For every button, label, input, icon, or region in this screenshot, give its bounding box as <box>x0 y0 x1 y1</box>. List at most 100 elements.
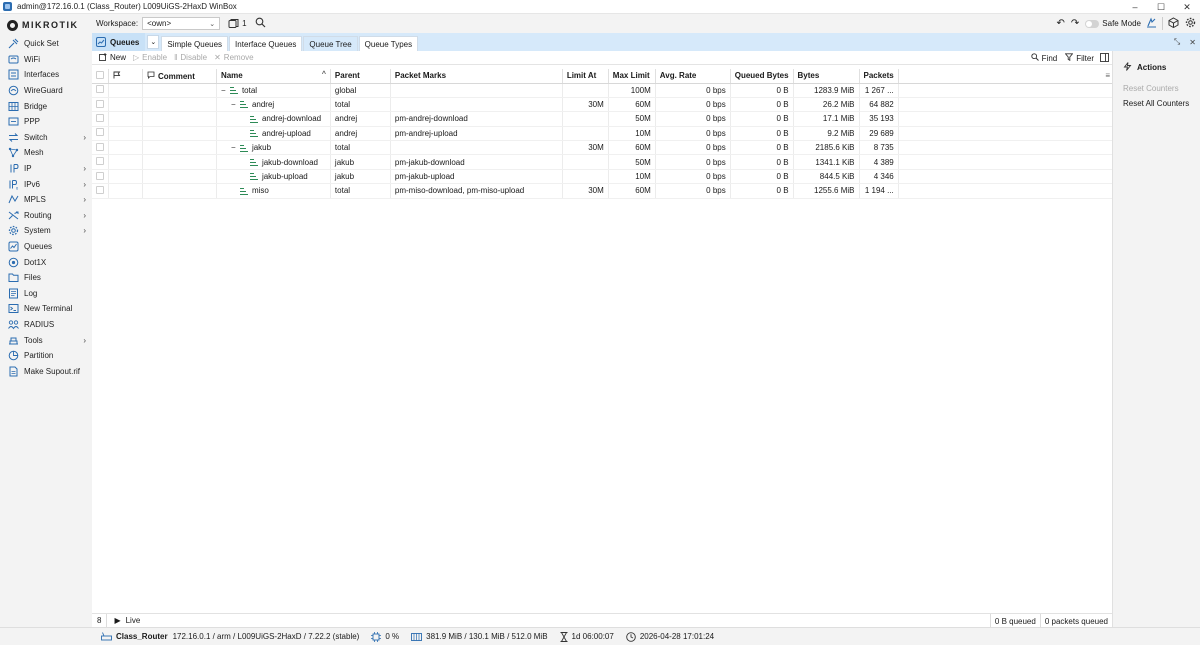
package-icon[interactable] <box>1168 17 1179 30</box>
tab-interface-queues[interactable]: Interface Queues <box>229 36 303 51</box>
live-button[interactable]: ▶ Live <box>107 616 140 625</box>
sidebar-item-mpls[interactable]: MPLS › <box>0 192 92 208</box>
row-checkbox[interactable] <box>92 97 109 113</box>
safe-mode-settings-icon[interactable] <box>1146 17 1157 30</box>
sidebar-item-ppp[interactable]: PPP <box>0 114 92 130</box>
table-row[interactable]: − total global 100M 0 bps 0 B 1283.9 MiB 1 267 … <box>92 83 1112 98</box>
table-row[interactable]: andrej-download andrej pm-andrej-download 5… <box>92 111 1112 127</box>
avg-rate-cell: 0 bps <box>655 154 731 170</box>
new-button[interactable]: New <box>99 52 126 63</box>
name-cell: − total <box>216 83 331 98</box>
reset-counters-action[interactable]: Reset Counters <box>1123 84 1200 93</box>
undo-icon[interactable]: ↶ <box>1057 18 1065 29</box>
column-menu-icon[interactable]: ≡ <box>1105 71 1110 80</box>
window-count[interactable]: 1 <box>228 18 247 29</box>
sidebar-item-radius[interactable]: RADIUS <box>0 317 92 333</box>
table-row[interactable]: jakub-upload jakub pm-jakub-upload 10M 0 bps… <box>92 169 1112 185</box>
sidebar-item-files[interactable]: Files <box>0 270 92 286</box>
row-checkbox[interactable] <box>92 169 109 185</box>
row-checkbox[interactable] <box>92 111 109 127</box>
row-flag-cell <box>108 83 143 98</box>
table-row[interactable]: − andrej total 30M 60M 0 bps 0 B 26.2 MiB 64 882 <box>92 97 1112 113</box>
disable-label: Disable <box>180 53 208 62</box>
column-header-parent[interactable]: Parent <box>330 69 391 84</box>
safe-mode-toggle[interactable] <box>1085 19 1100 28</box>
minimize-button[interactable]: – <box>1122 0 1148 14</box>
queue-name: jakub-download <box>261 157 318 167</box>
column-header-max-limit[interactable]: Max Limit <box>608 69 656 84</box>
tree-collapse-toggle[interactable]: − <box>231 100 240 109</box>
sidebar-item-wifi[interactable]: WiFi <box>0 52 92 68</box>
sidebar-item-switch[interactable]: Switch › <box>0 130 92 146</box>
cpu-value: 0 % <box>385 632 400 641</box>
column-header-bytes[interactable]: Bytes <box>793 69 860 84</box>
filter-button[interactable]: Filter <box>1064 53 1094 63</box>
tab-queue-tree[interactable]: Queue Tree <box>303 36 358 51</box>
redo-icon[interactable]: ↷ <box>1071 18 1079 29</box>
gear-icon[interactable] <box>1185 17 1196 30</box>
column-header-packet-marks[interactable]: Packet Marks <box>390 69 563 84</box>
max-limit-cell: 50M <box>608 111 656 127</box>
sidebar-item-mesh[interactable]: Mesh <box>0 145 92 161</box>
sidebar-item-partition[interactable]: Partition <box>0 348 92 364</box>
partition-icon <box>8 350 19 361</box>
sidebar-item-new-terminal[interactable]: New Terminal <box>0 301 92 317</box>
table-row[interactable]: miso total pm-miso-download, pm-miso-uploa… <box>92 183 1112 199</box>
workspace-select[interactable]: <own> ⌄ <box>142 17 221 30</box>
tab-queue-types[interactable]: Queue Types <box>358 36 419 51</box>
sidebar-item-system[interactable]: System › <box>0 223 92 239</box>
tab-queues[interactable]: Queues <box>92 33 146 51</box>
find-label: Find <box>1041 53 1058 63</box>
disable-button[interactable]: ǁ Disable <box>174 53 207 62</box>
panel-toggle-icon[interactable] <box>1100 52 1109 64</box>
column-header-limit-at[interactable]: Limit At <box>562 69 609 84</box>
search-icon[interactable] <box>255 17 266 30</box>
row-flag-cell <box>108 169 143 185</box>
play-icon: ▷ <box>133 53 140 62</box>
avg-rate-cell: 0 bps <box>655 83 731 98</box>
sidebar-item-bridge[interactable]: Bridge <box>0 98 92 114</box>
select-all-checkbox[interactable] <box>92 69 109 84</box>
collapse-icon[interactable]: ⤡ <box>1174 37 1180 47</box>
sidebar-item-ip[interactable]: IP › <box>0 161 92 177</box>
maximize-button[interactable]: ☐ <box>1148 0 1174 14</box>
enable-button[interactable]: ▷ Enable <box>133 53 167 62</box>
sidebar-item-wireguard[interactable]: WireGuard <box>0 83 92 99</box>
close-button[interactable]: ✕ <box>1174 0 1200 14</box>
log-icon <box>8 288 19 299</box>
sidebar-item-tools[interactable]: Tools › <box>0 332 92 348</box>
sidebar-item-quick-set[interactable]: Quick Set <box>0 36 92 52</box>
column-header-comment[interactable]: Comment <box>142 69 217 84</box>
remove-button[interactable]: ✕ Remove <box>214 53 254 62</box>
limit-at-cell: 30M <box>562 97 609 113</box>
tree-collapse-toggle[interactable]: − <box>231 143 240 152</box>
column-header-queued-bytes[interactable]: Queued Bytes <box>730 69 794 84</box>
row-checkbox[interactable] <box>92 126 109 142</box>
sidebar-item-ipv6[interactable]: 6 IPv6 › <box>0 176 92 192</box>
tab-simple-queues[interactable]: Simple Queues <box>161 36 229 51</box>
tab-menu-button[interactable]: ⌄ <box>147 35 160 49</box>
row-checkbox[interactable] <box>92 83 109 98</box>
row-checkbox[interactable] <box>92 154 109 170</box>
sidebar-item-make-supout-rif[interactable]: Make Supout.rif <box>0 363 92 379</box>
tree-collapse-toggle[interactable]: − <box>221 86 230 95</box>
table-row[interactable]: − jakub total 30M 60M 0 bps 0 B 2185.6 KiB 8 735 <box>92 140 1112 156</box>
find-button[interactable]: Find <box>1031 53 1058 63</box>
column-header-name[interactable]: Name ^ <box>216 69 331 84</box>
table-row[interactable]: andrej-upload andrej pm-andrej-upload 10M 0 … <box>92 126 1112 142</box>
bytes-cell: 1255.6 MiB <box>793 183 860 199</box>
sidebar-item-routing[interactable]: Routing › <box>0 208 92 224</box>
column-header-avg-rate[interactable]: Avg. Rate <box>655 69 731 84</box>
sidebar-item-interfaces[interactable]: Interfaces <box>0 67 92 83</box>
sidebar-item-queues[interactable]: Queues <box>0 239 92 255</box>
flag-column-header[interactable] <box>108 69 143 84</box>
table-row[interactable]: jakub-download jakub pm-jakub-download 50M 0… <box>92 154 1112 170</box>
column-header-packets[interactable]: Packets <box>859 69 899 84</box>
row-checkbox[interactable] <box>92 183 109 199</box>
close-window-icon[interactable]: ✕ <box>1189 38 1196 47</box>
sidebar-item-dot1x[interactable]: Dot1X <box>0 254 92 270</box>
row-checkbox[interactable] <box>92 140 109 156</box>
reset-all-counters-action[interactable]: Reset All Counters <box>1123 99 1200 108</box>
sidebar-item-log[interactable]: Log <box>0 286 92 302</box>
row-flag-cell <box>108 183 143 199</box>
